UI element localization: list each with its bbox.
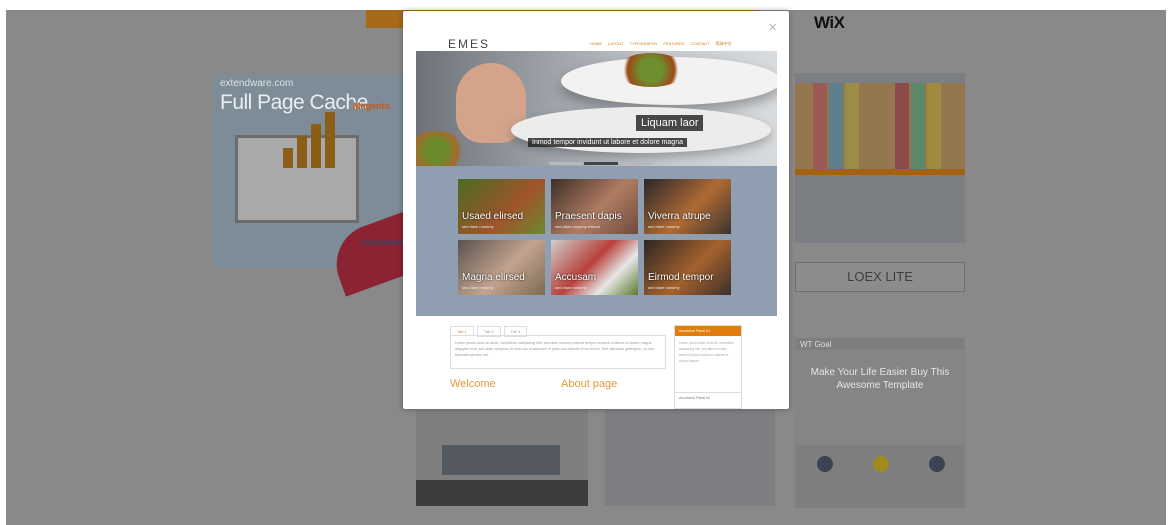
template-card-beach[interactable] bbox=[795, 73, 965, 243]
beach-hero-image bbox=[795, 83, 965, 169]
template-preview: EMES HOME LAYOUT TYPOGRAPHY FEATURES CON… bbox=[416, 33, 777, 409]
window-icon bbox=[873, 456, 889, 472]
nav-features[interactable]: FEATURES bbox=[664, 41, 685, 47]
tile-sub: sed diam nonumy bbox=[462, 285, 494, 290]
template-card-emes[interactable] bbox=[605, 410, 775, 506]
preview-modal: × EMES HOME LAYOUT TYPOGRAPHY FEATURES C… bbox=[403, 11, 789, 409]
slide-indicator[interactable] bbox=[549, 162, 583, 165]
tile-sub: sed diam nonumy eirmod bbox=[555, 224, 600, 229]
tile-label: Eirmod tempor bbox=[648, 272, 714, 283]
magento-logo: Magento bbox=[353, 101, 390, 111]
hero-slider: Liquam laor Inmod tempor invidunt ut lab… bbox=[416, 51, 777, 166]
template-card-dark[interactable] bbox=[416, 410, 588, 506]
grid-tile[interactable]: Praesent dapis sed diam nonumy eirmod bbox=[551, 179, 638, 234]
template-card-wt-goal[interactable]: WT Goal Make Your Life Easier Buy This A… bbox=[795, 338, 965, 508]
grid-tile[interactable]: Viverra atrupe sed diam nonumy bbox=[644, 179, 731, 234]
welcome-heading: Welcome bbox=[450, 378, 496, 390]
tile-sub: sed diam nonumy bbox=[555, 285, 587, 290]
site-logo: EMES bbox=[448, 37, 491, 51]
beach-band bbox=[795, 169, 965, 175]
tile-label: Praesent dapis bbox=[555, 211, 622, 222]
slide-indicator[interactable] bbox=[619, 162, 653, 165]
site-header: EMES HOME LAYOUT TYPOGRAPHY FEATURES CON… bbox=[416, 33, 777, 53]
nav-typography[interactable]: TYPOGRAPHY bbox=[630, 41, 658, 47]
grid-tile[interactable]: Usaed elirsed sed diam nonumy bbox=[458, 179, 545, 234]
tile-sub: sed diam nonumy bbox=[648, 224, 680, 229]
salad-image bbox=[616, 53, 686, 87]
card-small-text: extendware.com bbox=[220, 78, 294, 89]
image-grid: Usaed elirsed sed diam nonumy Praesent d… bbox=[416, 166, 777, 316]
nav-language[interactable]: 简体中文 bbox=[716, 41, 732, 47]
about-heading: About page bbox=[561, 378, 618, 390]
nav-home[interactable]: HOME bbox=[590, 41, 602, 47]
wt-hero-image bbox=[795, 350, 965, 445]
nav-layout[interactable]: LAYOUT bbox=[608, 41, 624, 47]
tile-sub: sed diam nonumy bbox=[648, 285, 680, 290]
site-nav: HOME LAYOUT TYPOGRAPHY FEATURES CONTACT … bbox=[590, 41, 732, 47]
tile-label: Magna elirsed bbox=[462, 272, 525, 283]
grid-tile[interactable]: Eirmod tempor sed diam nonumy bbox=[644, 240, 731, 295]
hero-subtitle: Inmod tempor invidunt ut labore et dolor… bbox=[528, 138, 687, 147]
tile-label: Usaed elirsed bbox=[462, 211, 524, 222]
wix-logo: WiX bbox=[814, 13, 845, 32]
slide-indicator-active[interactable] bbox=[584, 162, 618, 165]
grid-tile[interactable]: Magna elirsed sed diam nonumy bbox=[458, 240, 545, 295]
extension-card-full-page-cache[interactable]: extendware.com Full Page Cache Magento e… bbox=[213, 73, 431, 297]
accordion: Accordion Panel #1 Lorem ipsum dolor sit… bbox=[674, 325, 742, 409]
pencil-icon bbox=[929, 456, 945, 472]
tab-content: Lorem ipsum dolor sit amet, consetetur s… bbox=[450, 335, 666, 369]
nav-contact[interactable]: CONTACT bbox=[691, 41, 710, 47]
wt-hero-text: Make Your Life Easier Buy This Awesome T… bbox=[810, 367, 950, 391]
accordion-head-1[interactable]: Accordion Panel #1 bbox=[675, 326, 741, 336]
grid-tile[interactable]: Accusam sed diam nonumy bbox=[551, 240, 638, 295]
card-image bbox=[442, 445, 560, 475]
accordion-body: Lorem ipsum dolor sit amet, consetetur s… bbox=[679, 341, 735, 363]
content-section: Tab 1 Tab 2 Tab 3 Lorem ipsum dolor sit … bbox=[416, 316, 777, 409]
extendware-logo: extendware bbox=[361, 238, 403, 247]
card-footer bbox=[416, 480, 588, 506]
accordion-head-2[interactable]: Accordion Panel #2 bbox=[675, 392, 741, 403]
card-title: Full Page Cache bbox=[220, 91, 368, 114]
tile-label: Accusam bbox=[555, 272, 597, 283]
salad-image-left bbox=[416, 131, 466, 166]
tile-label: Viverra atrupe bbox=[648, 211, 711, 222]
loex-lite-button[interactable]: LOEX LITE bbox=[795, 262, 965, 292]
wt-goal-logo: WT Goal bbox=[800, 340, 832, 349]
hero-title: Liquam laor bbox=[636, 115, 704, 131]
rocket-icon bbox=[817, 456, 833, 472]
tile-sub: sed diam nonumy bbox=[462, 224, 494, 229]
slider-indicators bbox=[549, 162, 653, 165]
